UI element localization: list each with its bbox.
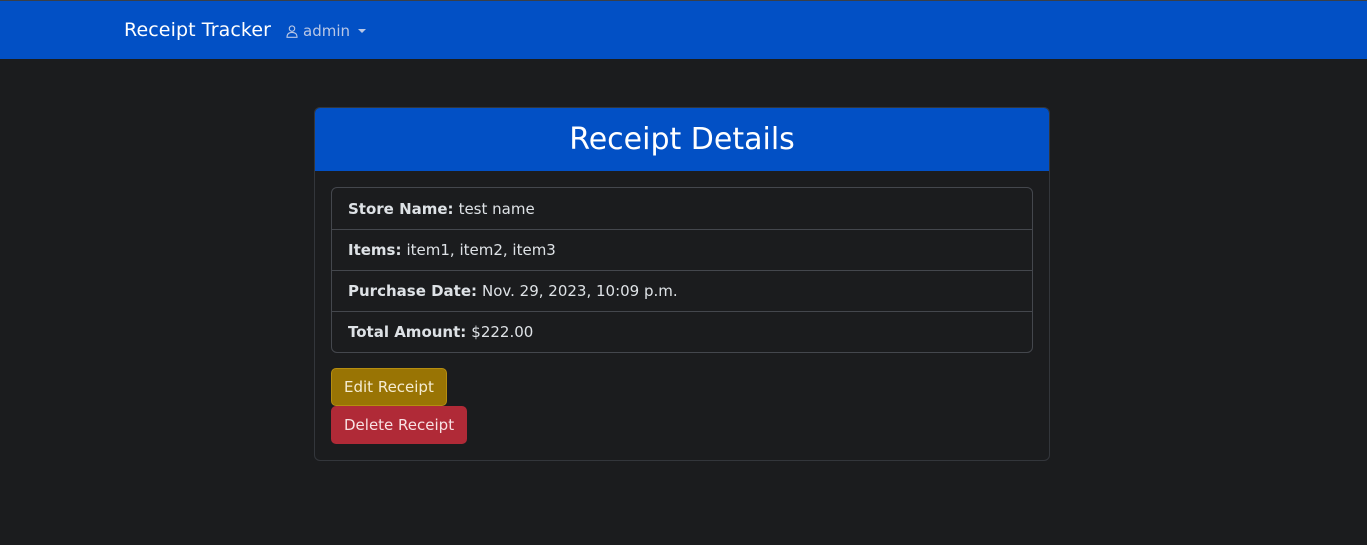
brand-link[interactable]: Receipt Tracker <box>124 19 271 41</box>
field-store-name: Store Name: test name <box>332 188 1032 229</box>
person-icon <box>286 24 298 38</box>
field-label: Store Name: <box>348 199 454 218</box>
top-navbar: Receipt Tracker admin <box>0 0 1367 59</box>
receipt-details-card: Receipt Details Store Name: test name It… <box>314 107 1050 461</box>
field-value: Nov. 29, 2023, 10:09 p.m. <box>482 282 678 300</box>
card-title: Receipt Details <box>315 108 1049 171</box>
field-value: test name <box>458 199 535 218</box>
receipt-fields-list: Store Name: test name Items: item1, item… <box>331 187 1033 353</box>
field-label: Items: <box>348 241 402 259</box>
edit-receipt-button[interactable]: Edit Receipt <box>331 368 447 406</box>
field-total-amount: Total Amount: $222.00 <box>332 311 1032 352</box>
chevron-down-icon <box>358 29 366 33</box>
username-label: admin <box>303 22 350 40</box>
field-value: $222.00 <box>471 323 534 341</box>
delete-receipt-button[interactable]: Delete Receipt <box>331 406 468 444</box>
field-label: Total Amount: <box>348 323 467 341</box>
field-items: Items: item1, item2, item3 <box>332 229 1032 270</box>
field-value: item1, item2, item3 <box>406 241 556 259</box>
user-dropdown-toggle[interactable]: admin <box>286 22 366 40</box>
field-purchase-date: Purchase Date: Nov. 29, 2023, 10:09 p.m. <box>332 270 1032 311</box>
field-label: Purchase Date: <box>348 282 478 300</box>
